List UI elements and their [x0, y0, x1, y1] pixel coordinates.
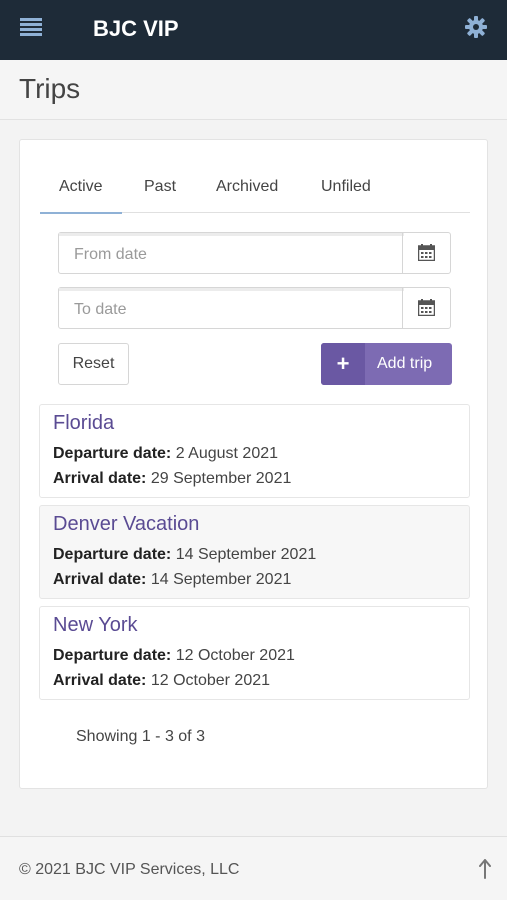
footer: © 2021 BJC VIP Services, LLC: [0, 836, 507, 900]
arrival-label: Arrival date:: [53, 571, 147, 588]
trips-card: Active Past Archived Unfiled From date T…: [19, 139, 488, 789]
plus-icon: +: [321, 343, 365, 385]
arrow-up-icon[interactable]: [479, 859, 491, 879]
page-header: Trips: [0, 60, 507, 120]
tab-unfiled[interactable]: Unfiled: [321, 178, 371, 213]
arrival-value: 12 October 2021: [150, 672, 271, 689]
to-date-calendar-button[interactable]: [402, 288, 450, 328]
copyright-text: © 2021 BJC VIP Services, LLC: [19, 861, 240, 878]
page-title: Trips: [19, 73, 81, 104]
from-date-field: [58, 232, 451, 274]
calendar-icon: [418, 299, 435, 316]
trip-name[interactable]: New York: [53, 614, 138, 637]
trip-item[interactable]: Denver Vacation Departure date: 14 Septe…: [39, 505, 470, 599]
add-trip-button[interactable]: + Add trip: [321, 343, 452, 385]
hamburger-menu-icon[interactable]: [20, 18, 42, 38]
trip-departure: Departure date: 2 August 2021: [53, 445, 278, 463]
trip-departure: Departure date: 12 October 2021: [53, 647, 295, 665]
trip-arrival: Arrival date: 12 October 2021: [53, 672, 270, 690]
departure-value: 12 October 2021: [175, 647, 295, 664]
arrival-label: Arrival date:: [53, 470, 147, 487]
from-date-input[interactable]: [59, 233, 404, 273]
trip-name[interactable]: Denver Vacation: [53, 513, 199, 536]
trip-item[interactable]: New York Departure date: 12 October 2021…: [39, 606, 470, 700]
departure-label: Departure date:: [53, 546, 172, 563]
calendar-icon: [418, 244, 435, 261]
top-navbar: BJC VIP: [0, 0, 507, 60]
pagination-summary: Showing 1 - 3 of 3: [76, 728, 205, 745]
to-date-input[interactable]: [59, 288, 404, 328]
trip-arrival: Arrival date: 29 September 2021: [53, 470, 291, 488]
tab-archived[interactable]: Archived: [216, 178, 278, 213]
departure-value: 2 August 2021: [175, 445, 279, 462]
reset-button[interactable]: Reset: [58, 343, 129, 385]
from-date-calendar-button[interactable]: [402, 233, 450, 273]
app-title: BJC VIP: [93, 16, 179, 41]
to-date-field: [58, 287, 451, 329]
departure-label: Departure date:: [53, 647, 172, 664]
add-trip-label: Add trip: [377, 355, 433, 372]
trip-arrival: Arrival date: 14 September 2021: [53, 571, 291, 589]
arrival-value: 14 September 2021: [150, 571, 292, 588]
trip-name[interactable]: Florida: [53, 412, 114, 435]
trip-item[interactable]: Florida Departure date: 2 August 2021 Ar…: [39, 404, 470, 498]
gear-icon[interactable]: [465, 16, 487, 38]
arrival-label: Arrival date:: [53, 672, 147, 689]
departure-value: 14 September 2021: [175, 546, 317, 563]
tab-active[interactable]: Active: [40, 178, 121, 214]
departure-label: Departure date:: [53, 445, 172, 462]
trip-tabs: Active Past Archived Unfiled: [40, 170, 470, 214]
trip-departure: Departure date: 14 September 2021: [53, 546, 316, 564]
arrival-value: 29 September 2021: [150, 470, 292, 487]
tab-past[interactable]: Past: [144, 178, 176, 213]
